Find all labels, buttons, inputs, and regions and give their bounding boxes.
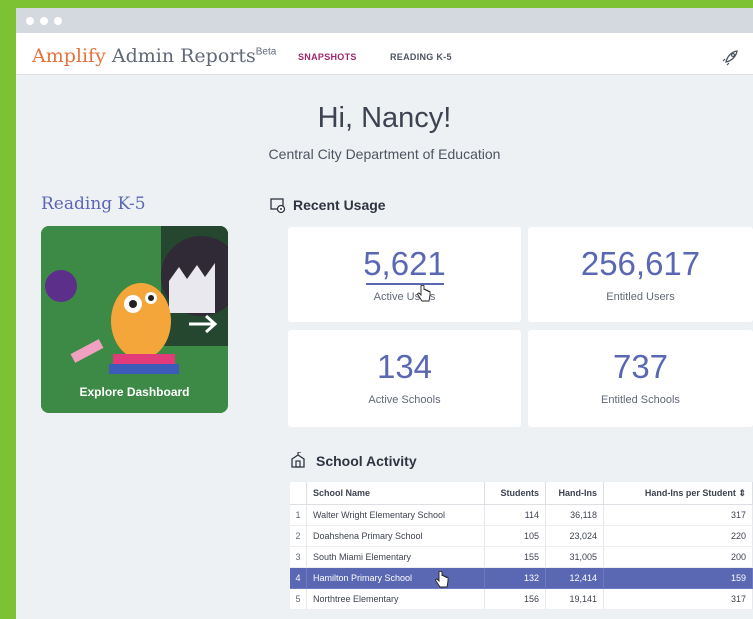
rocket-icon[interactable] xyxy=(722,48,740,66)
school-name-cell: Walter Wright Elementary School xyxy=(306,504,485,526)
column-header-students[interactable]: Students xyxy=(484,482,546,505)
reading-section-title: Reading K-5 xyxy=(41,194,146,214)
window-maximize-dot[interactable] xyxy=(54,17,62,25)
window-close-dot[interactable] xyxy=(26,17,34,25)
beta-badge: Beta xyxy=(255,46,277,58)
school-activity-title: School Activity xyxy=(316,453,417,469)
row-index: 4 xyxy=(290,567,307,589)
hand-cursor-icon xyxy=(417,285,431,302)
school-activity-table: School Name Students Hand-Ins Hand-Ins p… xyxy=(290,482,753,610)
active-schools-value: 134 xyxy=(376,348,433,385)
entitled-schools-label: Entitled Schools xyxy=(601,394,680,406)
row-index: 5 xyxy=(290,588,307,610)
students-cell: 105 xyxy=(484,525,546,547)
school-name-cell: Northtree Elementary xyxy=(306,588,485,610)
students-cell: 132 xyxy=(484,567,546,589)
active-schools-label: Active Schools xyxy=(368,394,441,406)
table-row[interactable]: 1 Walter Wright Elementary School 114 36… xyxy=(290,504,753,526)
stat-card-active-schools[interactable]: 134 Active Schools xyxy=(288,330,521,427)
students-cell: 156 xyxy=(484,588,546,610)
recent-usage-title: Recent Usage xyxy=(293,197,386,213)
hand-ins-per-student-cell: 200 xyxy=(603,546,753,568)
table-row[interactable]: 3 South Miami Elementary 155 31,005 200 xyxy=(290,546,753,568)
active-users-value[interactable]: 5,621 xyxy=(288,245,521,283)
top-nav: Amplify Admin ReportsBeta SNAPSHOTS READ… xyxy=(16,33,753,75)
explore-dashboard-label[interactable]: Explore Dashboard xyxy=(41,385,228,399)
app-logo[interactable]: Amplify Admin ReportsBeta xyxy=(32,45,276,67)
title-bar xyxy=(16,8,753,33)
entitled-users-label: Entitled Users xyxy=(606,291,675,303)
sort-icon[interactable]: ⇕ xyxy=(738,488,746,498)
hand-ins-cell: 23,024 xyxy=(545,525,604,547)
hand-ins-cell: 31,005 xyxy=(545,546,604,568)
brand-product: Admin Reports xyxy=(111,45,256,67)
school-building-icon xyxy=(291,452,305,468)
organization-name: Central City Department of Education xyxy=(268,146,501,162)
table-row[interactable]: 5 Northtree Elementary 156 19,141 317 xyxy=(290,588,753,610)
school-name-text: Hamilton Primary School xyxy=(313,573,413,583)
value-underline xyxy=(366,283,444,285)
window-minimize-dot[interactable] xyxy=(40,17,48,25)
table-row-selected[interactable]: 4 Hamilton Primary School 132 12,414 159 xyxy=(290,567,753,589)
column-header-index xyxy=(290,482,307,505)
usage-monitor-icon xyxy=(270,198,286,214)
hand-ins-per-student-cell: 317 xyxy=(603,504,753,526)
hand-ins-cell: 36,118 xyxy=(545,504,604,526)
tab-snapshots[interactable]: SNAPSHOTS xyxy=(298,52,357,62)
row-index: 3 xyxy=(290,546,307,568)
row-index: 1 xyxy=(290,504,307,526)
column-header-school-name[interactable]: School Name xyxy=(306,482,485,505)
brand-name: Amplify xyxy=(32,45,106,67)
students-cell: 155 xyxy=(484,546,546,568)
entitled-schools-value: 737 xyxy=(612,348,669,385)
row-index: 2 xyxy=(290,525,307,547)
school-name-cell: Doahshena Primary School xyxy=(306,525,485,547)
stat-card-entitled-schools[interactable]: 737 Entitled Schools xyxy=(528,330,753,427)
hand-ins-per-student-cell: 220 xyxy=(603,525,753,547)
stat-card-entitled-users[interactable]: 256,617 Entitled Users xyxy=(528,227,753,322)
school-name-cell: South Miami Elementary xyxy=(306,546,485,568)
stat-card-active-users[interactable]: 5,621 Active Users xyxy=(288,227,521,322)
column-header-hand-ins-per-student[interactable]: Hand-Ins per Student ⇕ xyxy=(603,482,753,505)
entitled-users-value: 256,617 xyxy=(580,245,701,282)
explore-dashboard-tile[interactable]: Explore Dashboard xyxy=(41,226,228,413)
active-users-label: Active Users xyxy=(373,291,436,303)
hand-ins-cell: 19,141 xyxy=(545,588,604,610)
table-row[interactable]: 2 Doahshena Primary School 105 23,024 22… xyxy=(290,525,753,547)
column-header-hand-ins[interactable]: Hand-Ins xyxy=(545,482,604,505)
tab-reading-k5[interactable]: READING K-5 xyxy=(390,52,452,62)
hand-ins-per-student-label: Hand-Ins per Student xyxy=(644,487,736,498)
students-cell: 114 xyxy=(484,504,546,526)
browser-window: Amplify Admin ReportsBeta SNAPSHOTS READ… xyxy=(16,8,753,619)
school-name-cell: Hamilton Primary School xyxy=(306,567,485,589)
table-header-row: School Name Students Hand-Ins Hand-Ins p… xyxy=(290,482,753,505)
hand-ins-per-student-cell: 317 xyxy=(603,588,753,610)
hand-cursor-icon xyxy=(435,571,449,588)
hand-ins-per-student-cell: 159 xyxy=(603,567,753,589)
hand-ins-cell: 12,414 xyxy=(545,567,604,589)
greeting-heading: Hi, Nancy! xyxy=(317,102,452,134)
